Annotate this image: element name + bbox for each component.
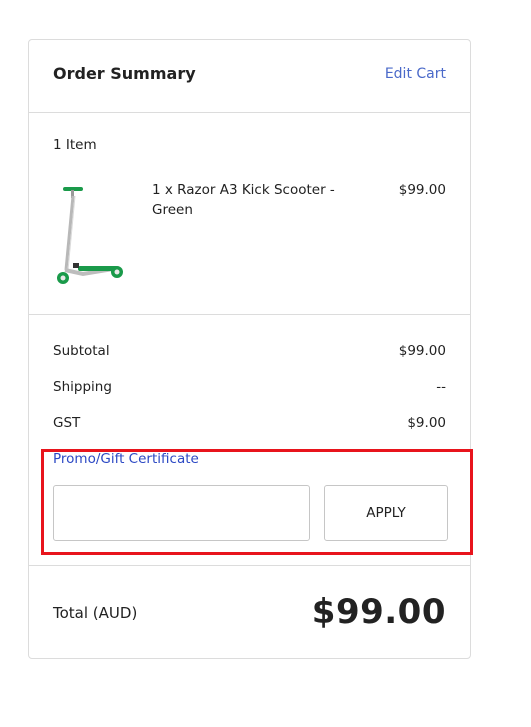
item-count: 1 Item (53, 137, 97, 153)
scooter-image (57, 187, 123, 284)
product-name: 1 x Razor A3 Kick Scooter - Green (152, 182, 335, 218)
grand-total-label: Total (AUD) (53, 604, 138, 622)
subtotal-label: Subtotal (53, 343, 110, 359)
shipping-value: -- (436, 379, 446, 395)
gst-label: GST (53, 415, 81, 431)
gst-value: $9.00 (407, 415, 446, 431)
shipping-row: Shipping -- (53, 379, 446, 395)
order-summary-card: Order Summary Edit Cart 1 Item 1 x Razor… (28, 39, 473, 660)
grand-total-section: Total (AUD) $99.00 (29, 566, 470, 660)
order-summary-title: Order Summary (53, 64, 196, 83)
product-price: $99.00 (398, 182, 446, 198)
promo-gift-certificate-link[interactable]: Promo/Gift Certificate (53, 451, 199, 467)
gst-row: GST $9.00 (53, 415, 446, 431)
totals-section: Subtotal $99.00 Shipping -- GST $9.00 Pr… (29, 315, 473, 566)
apply-button[interactable]: APPLY (324, 485, 448, 541)
grand-total-value: $99.00 (311, 592, 446, 632)
order-summary-header: Order Summary Edit Cart (29, 40, 470, 113)
edit-cart-link[interactable]: Edit Cart (385, 66, 446, 82)
cart-items-section: 1 Item 1 x Razor A3 Kick Scooter - Green… (29, 112, 470, 315)
promo-code-input[interactable] (53, 485, 310, 541)
subtotal-row: Subtotal $99.00 (53, 343, 446, 359)
shipping-label: Shipping (53, 379, 112, 395)
subtotal-value: $99.00 (398, 343, 446, 359)
